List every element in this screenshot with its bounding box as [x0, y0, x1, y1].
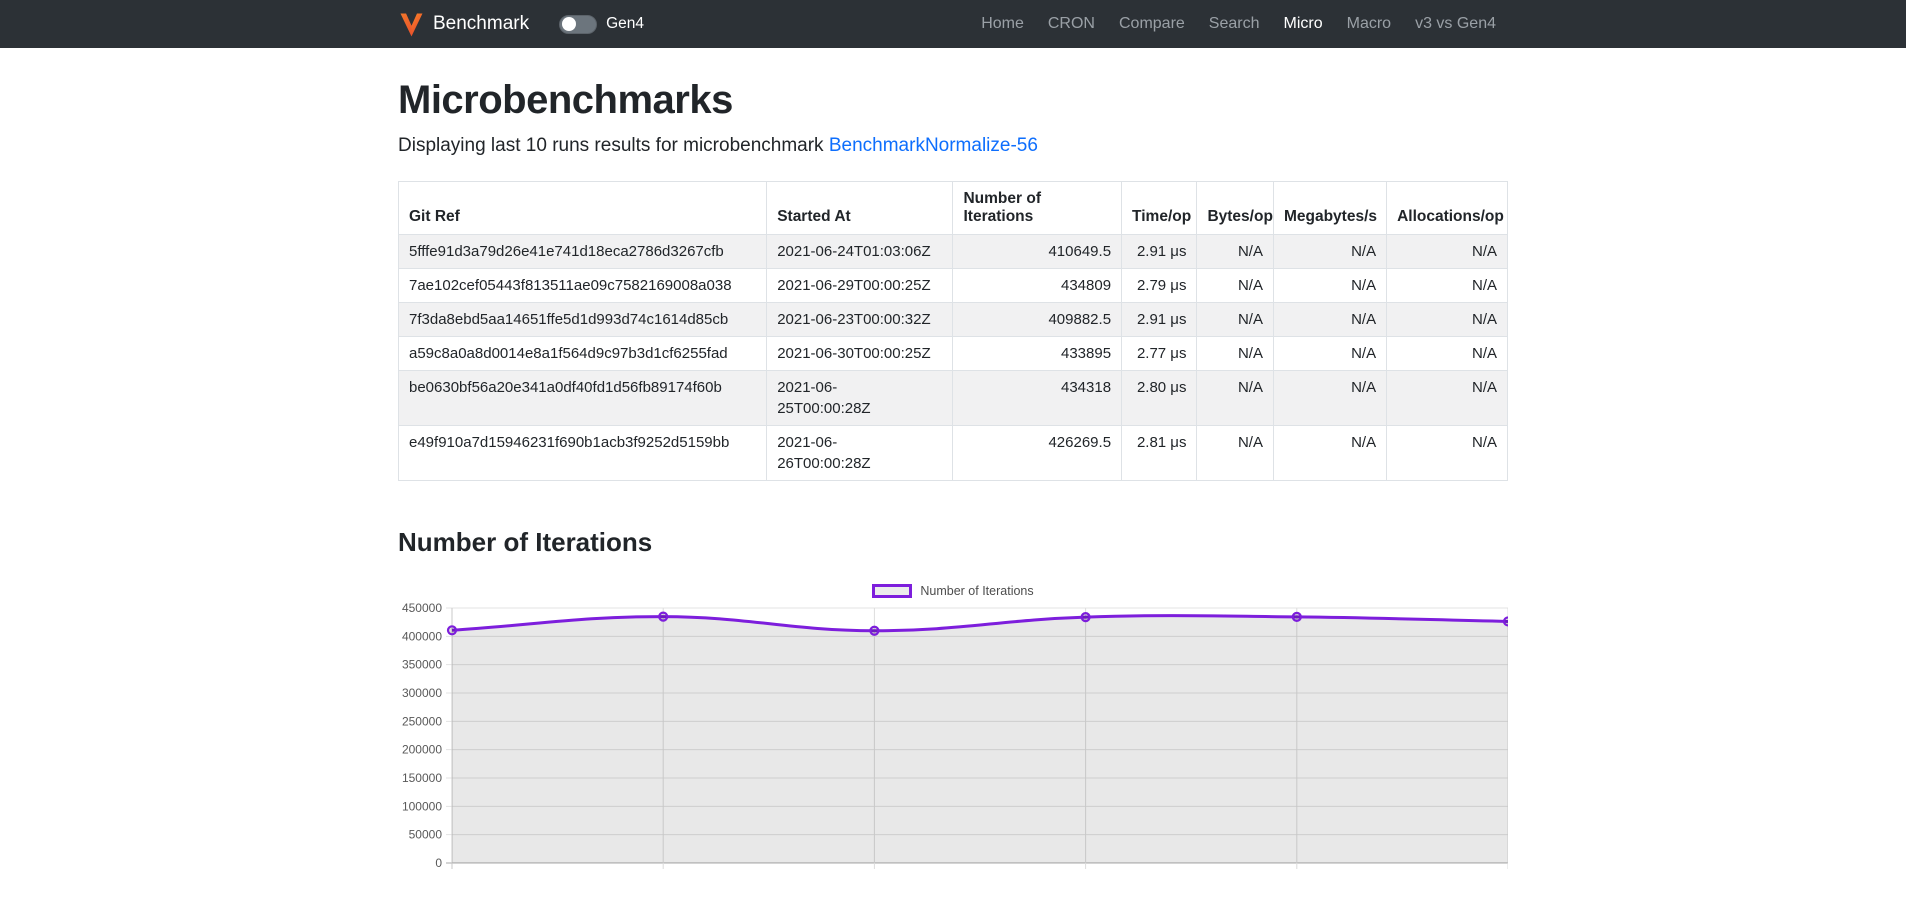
cell-iterations: 426269.5 [953, 426, 1122, 481]
cell-time-op: 2.81 μs [1122, 426, 1197, 481]
cell-bytes-op: N/A [1197, 337, 1274, 371]
header-time-op: Time/op [1122, 182, 1197, 235]
section-title: Number of Iterations [398, 527, 1508, 558]
svg-text:150000: 150000 [402, 771, 442, 785]
cell-git-ref: be0630bf56a20e341a0df40fd1d56fb89174f60b [399, 371, 767, 426]
vitess-logo-icon [398, 11, 425, 38]
header-iterations: Number of Iterations [953, 182, 1122, 235]
cell-git-ref: e49f910a7d15946231f690b1acb3f9252d5159bb [399, 426, 767, 481]
legend-swatch [872, 584, 912, 598]
nav-links: HomeCRONCompareSearchMicroMacrov3 vs Gen… [969, 15, 1508, 33]
table-row: 7f3da8ebd5aa14651ffe5d1d993d74c1614d85cb… [399, 303, 1508, 337]
header-git-ref: Git Ref [399, 182, 767, 235]
cell-iterations: 410649.5 [953, 235, 1122, 269]
cell-started-at: 2021-06-30T00:00:25Z [767, 337, 953, 371]
svg-text:300000: 300000 [402, 686, 442, 700]
iterations-chart: 0 50000 100000 150000 200000 250000 300000 3500… [398, 603, 1508, 881]
cell-megabytes-s: N/A [1273, 303, 1386, 337]
nav-link-macro[interactable]: Macro [1335, 7, 1403, 40]
brand-link[interactable]: Benchmark [398, 11, 529, 38]
cell-iterations: 409882.5 [953, 303, 1122, 337]
nav-link-search[interactable]: Search [1197, 7, 1272, 40]
svg-text:100000: 100000 [402, 799, 442, 813]
cell-bytes-op: N/A [1197, 426, 1274, 481]
cell-time-op: 2.79 μs [1122, 269, 1197, 303]
cell-started-at: 2021-06- 26T00:00:28Z [767, 426, 953, 481]
nav-link-micro[interactable]: Micro [1272, 7, 1335, 40]
table-row: e49f910a7d15946231f690b1acb3f9252d5159bb… [399, 426, 1508, 481]
header-megabytes-s: Megabytes/s [1273, 182, 1386, 235]
table-row: 7ae102cef05443f813511ae09c7582169008a038… [399, 269, 1508, 303]
table-header-row: Git RefStarted AtNumber of IterationsTim… [399, 182, 1508, 235]
svg-text:350000: 350000 [402, 658, 442, 672]
results-table: Git RefStarted AtNumber of IterationsTim… [398, 181, 1508, 481]
header-bytes-op: Bytes/op [1197, 182, 1274, 235]
cell-git-ref: 7ae102cef05443f813511ae09c7582169008a038 [399, 269, 767, 303]
iterations-chart-wrap: Number of Iterations 0 50000 100000 150000 2… [398, 584, 1508, 881]
legend-label: Number of Iterations [920, 584, 1033, 598]
cell-iterations: 433895 [953, 337, 1122, 371]
cell-bytes-op: N/A [1197, 269, 1274, 303]
table-row: be0630bf56a20e341a0df40fd1d56fb89174f60b… [399, 371, 1508, 426]
cell-git-ref: 7f3da8ebd5aa14651ffe5d1d993d74c1614d85cb [399, 303, 767, 337]
cell-bytes-op: N/A [1197, 235, 1274, 269]
cell-megabytes-s: N/A [1273, 337, 1386, 371]
cell-time-op: 2.91 μs [1122, 235, 1197, 269]
nav-link-compare[interactable]: Compare [1107, 7, 1197, 40]
svg-text:450000: 450000 [402, 603, 442, 615]
cell-allocations-op: N/A [1387, 235, 1508, 269]
cell-time-op: 2.77 μs [1122, 337, 1197, 371]
nav-link-cron[interactable]: CRON [1036, 7, 1107, 40]
cell-allocations-op: N/A [1387, 303, 1508, 337]
brand-title: Benchmark [433, 13, 529, 35]
cell-megabytes-s: N/A [1273, 371, 1386, 426]
cell-allocations-op: N/A [1387, 371, 1508, 426]
svg-text:0: 0 [435, 856, 442, 870]
cell-started-at: 2021-06-29T00:00:25Z [767, 269, 953, 303]
nav-link-home[interactable]: Home [969, 7, 1036, 40]
cell-megabytes-s: N/A [1273, 269, 1386, 303]
toggle-label: Gen4 [606, 15, 644, 33]
svg-text:200000: 200000 [402, 743, 442, 757]
cell-bytes-op: N/A [1197, 303, 1274, 337]
header-started-at: Started At [767, 182, 953, 235]
subtitle: Displaying last 10 runs results for micr… [398, 135, 1508, 157]
cell-bytes-op: N/A [1197, 371, 1274, 426]
cell-git-ref: a59c8a0a8d0014e8a1f564d9c97b3d1cf6255fad [399, 337, 767, 371]
svg-text:400000: 400000 [402, 629, 442, 643]
cell-megabytes-s: N/A [1273, 426, 1386, 481]
cell-started-at: 2021-06- 25T00:00:28Z [767, 371, 953, 426]
cell-git-ref: 5fffe91d3a79d26e41e741d18eca2786d3267cfb [399, 235, 767, 269]
cell-allocations-op: N/A [1387, 269, 1508, 303]
cell-allocations-op: N/A [1387, 426, 1508, 481]
cell-iterations: 434809 [953, 269, 1122, 303]
gen4-toggle[interactable] [559, 15, 597, 34]
svg-text:250000: 250000 [402, 714, 442, 728]
table-body: 5fffe91d3a79d26e41e741d18eca2786d3267cfb… [399, 235, 1508, 481]
chart-legend[interactable]: Number of Iterations [398, 584, 1508, 598]
subtitle-text: Displaying last 10 runs results for micr… [398, 135, 829, 156]
nav-link-v3-vs-gen4[interactable]: v3 vs Gen4 [1403, 7, 1508, 40]
navbar: Benchmark Gen4 HomeCRONCompareSearchMicr… [0, 0, 1906, 48]
cell-iterations: 434318 [953, 371, 1122, 426]
toggle-knob [562, 17, 576, 31]
cell-allocations-op: N/A [1387, 337, 1508, 371]
cell-time-op: 2.80 μs [1122, 371, 1197, 426]
header-allocations-op: Allocations/op [1387, 182, 1508, 235]
table-row: a59c8a0a8d0014e8a1f564d9c97b3d1cf6255fad… [399, 337, 1508, 371]
cell-started-at: 2021-06-23T00:00:32Z [767, 303, 953, 337]
page-title: Microbenchmarks [398, 78, 1508, 123]
svg-text:50000: 50000 [409, 828, 443, 842]
table-row: 5fffe91d3a79d26e41e741d18eca2786d3267cfb… [399, 235, 1508, 269]
cell-time-op: 2.91 μs [1122, 303, 1197, 337]
cell-megabytes-s: N/A [1273, 235, 1386, 269]
cell-started-at: 2021-06-24T01:03:06Z [767, 235, 953, 269]
benchmark-link[interactable]: BenchmarkNormalize-56 [829, 135, 1038, 156]
